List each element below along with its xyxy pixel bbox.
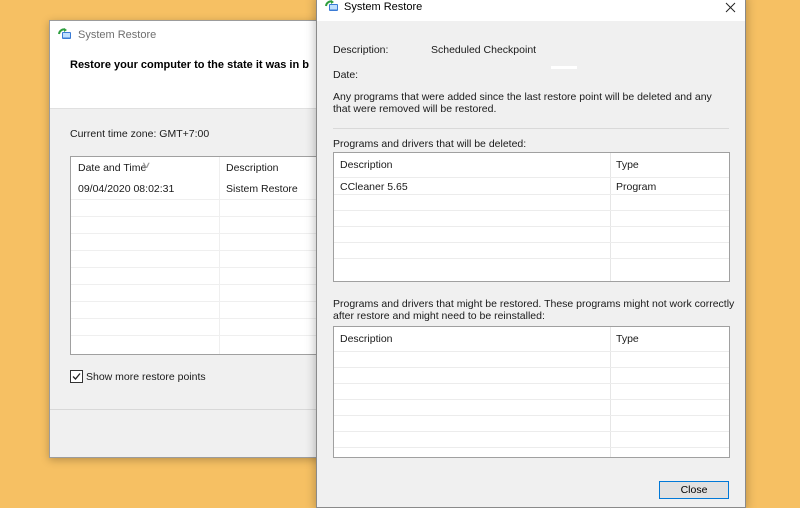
date-value	[551, 66, 577, 69]
close-icon[interactable]	[715, 0, 745, 19]
restore-point-description[interactable]: Sistem Restore	[219, 181, 298, 197]
restored-col-description[interactable]: Description	[334, 327, 610, 349]
deleted-col-type[interactable]: Type	[610, 153, 729, 175]
column-header-date-label: Date and Time	[78, 162, 147, 174]
deleted-program-type[interactable]: Program	[610, 179, 656, 195]
system-restore-icon	[58, 28, 72, 42]
close-button[interactable]: Close	[659, 481, 729, 499]
deleted-programs-title: Programs and drivers that will be delete…	[333, 138, 527, 150]
column-header-date[interactable]: ∨ Date and Time	[71, 157, 219, 179]
back-titlebar[interactable]: System Restore	[50, 21, 340, 49]
back-footer	[50, 410, 340, 457]
checkmark-icon	[72, 373, 81, 380]
row-divider	[334, 431, 729, 432]
show-more-label[interactable]: Show more restore points	[86, 371, 206, 383]
date-label: Date:	[333, 69, 359, 81]
row-divider	[71, 233, 331, 234]
column-divider	[610, 153, 611, 281]
description-label: Description:	[333, 44, 389, 56]
row-divider	[71, 284, 331, 285]
row-divider	[334, 226, 729, 227]
sort-arrow-icon: ∨	[141, 160, 152, 170]
system-restore-details-dialog: System Restore Description: Scheduled Ch…	[316, 0, 746, 508]
row-divider	[334, 351, 729, 352]
restore-heading: Restore your computer to the state it wa…	[70, 59, 309, 71]
restored-programs-title: Programs and drivers that might be resto…	[333, 298, 735, 322]
show-more-restore-points[interactable]: Show more restore points	[70, 370, 206, 383]
restored-programs-list[interactable]: Description Type	[333, 326, 730, 458]
warning-text: Any programs that were added since the l…	[333, 91, 712, 115]
section-separator	[333, 128, 729, 129]
description-value: Scheduled Checkpoint	[431, 44, 537, 56]
system-restore-wizard-window: System Restore Restore your computer to …	[49, 20, 341, 458]
row-divider	[334, 194, 729, 195]
deleted-program-name[interactable]: CCleaner 5.65	[334, 179, 408, 195]
row-divider	[71, 301, 331, 302]
row-divider	[334, 367, 729, 368]
dialog-title: System Restore	[344, 1, 423, 13]
front-titlebar[interactable]: System Restore	[317, 0, 745, 21]
restore-points-list[interactable]: ∨ Date and Time Description 09/04/2020 0…	[70, 156, 332, 355]
system-restore-icon	[325, 0, 339, 14]
row-divider	[334, 210, 729, 211]
row-divider	[71, 318, 331, 319]
row-divider	[334, 415, 729, 416]
timezone-label: Current time zone: GMT+7:00	[70, 128, 210, 140]
column-divider	[610, 327, 611, 457]
row-divider	[71, 199, 331, 200]
row-divider	[334, 399, 729, 400]
show-more-checkbox[interactable]	[70, 370, 83, 383]
restore-point-date[interactable]: 09/04/2020 08:02:31	[71, 181, 174, 197]
row-divider	[334, 242, 729, 243]
restored-col-type[interactable]: Type	[610, 327, 729, 349]
back-window-title: System Restore	[78, 29, 157, 41]
row-divider	[71, 267, 331, 268]
column-header-description-label: Description	[226, 162, 279, 174]
row-divider	[334, 383, 729, 384]
row-divider	[71, 216, 331, 217]
row-divider	[71, 250, 331, 251]
row-divider	[71, 335, 331, 336]
column-header-description[interactable]: Description	[219, 157, 331, 179]
row-divider	[334, 177, 729, 178]
deleted-col-description[interactable]: Description	[334, 153, 610, 175]
deleted-programs-list[interactable]: Description Type CCleaner 5.65 Program	[333, 152, 730, 282]
row-divider	[334, 258, 729, 259]
row-divider	[334, 447, 729, 448]
